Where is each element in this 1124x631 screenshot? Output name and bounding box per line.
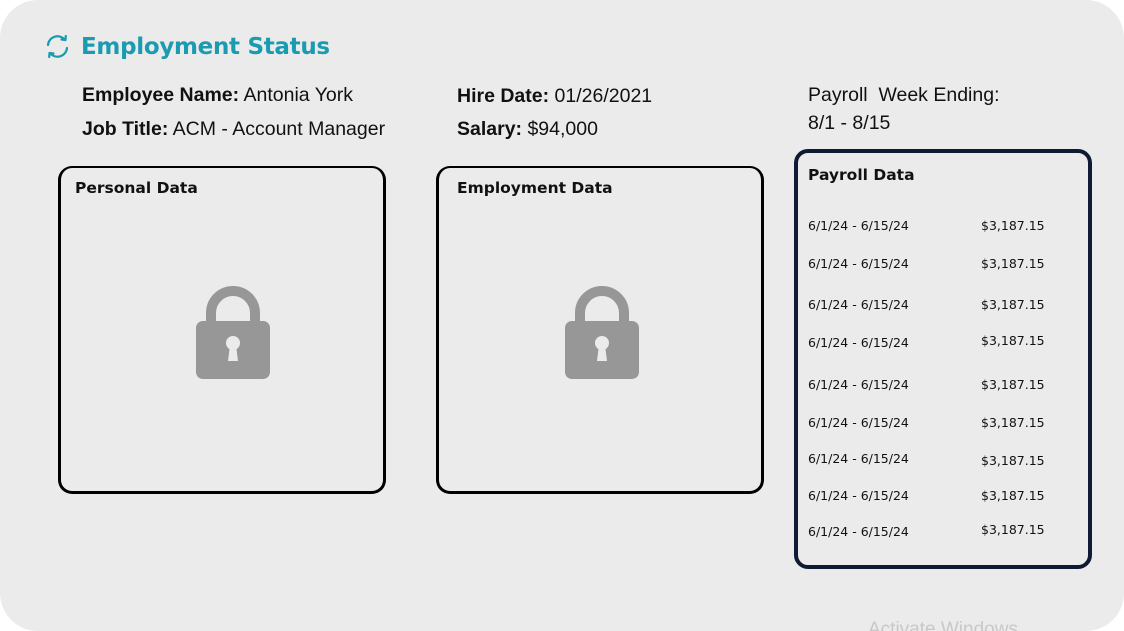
payroll-period: 6/1/24 - 6/15/24 — [808, 451, 909, 466]
payroll-period: 6/1/24 - 6/15/24 — [808, 256, 909, 271]
hire-date: Hire Date: 01/26/2021 — [457, 85, 652, 108]
activate-windows-watermark: Activate Windows — [868, 619, 1018, 631]
header: Employment Status — [44, 33, 330, 60]
job-title-label: Job Title: — [82, 118, 169, 140]
payroll-week-label: Payroll Week Ending: — [808, 84, 1000, 106]
payroll-amount: $3,187.15 — [981, 522, 1045, 537]
payroll-period: 6/1/24 - 6/15/24 — [808, 297, 909, 312]
page-title: Employment Status — [81, 33, 330, 60]
employment-data-title: Employment Data — [457, 179, 613, 197]
payroll-period: 6/1/24 - 6/15/24 — [808, 218, 909, 233]
payroll-period: 6/1/24 - 6/15/24 — [808, 524, 909, 539]
payroll-amount: $3,187.15 — [981, 333, 1045, 348]
lock-icon — [194, 281, 272, 386]
payroll-data-panel: Payroll Data 6/1/24 - 6/15/24 $3,187.15 … — [794, 149, 1092, 569]
salary-value: $94,000 — [522, 118, 598, 140]
payroll-amount: $3,187.15 — [981, 218, 1045, 233]
employment-status-card: Employment Status Employee Name: Antonia… — [0, 0, 1124, 631]
payroll-amount: $3,187.15 — [981, 453, 1045, 468]
payroll-amount: $3,187.15 — [981, 297, 1045, 312]
employment-data-panel[interactable]: Employment Data — [436, 166, 764, 494]
job-title-value: ACM - Account Manager — [168, 118, 386, 140]
payroll-amount: $3,187.15 — [981, 488, 1045, 503]
payroll-period: 6/1/24 - 6/15/24 — [808, 415, 909, 430]
payroll-amount: $3,187.15 — [981, 415, 1045, 430]
payroll-amount: $3,187.15 — [981, 256, 1045, 271]
personal-data-title: Personal Data — [75, 179, 198, 197]
payroll-period: 6/1/24 - 6/15/24 — [808, 488, 909, 503]
personal-data-panel[interactable]: Personal Data — [58, 166, 386, 494]
payroll-period: 6/1/24 - 6/15/24 — [808, 335, 909, 350]
hire-date-value: 01/26/2021 — [549, 85, 653, 107]
payroll-week-value: 8/1 - 8/15 — [808, 112, 891, 134]
payroll-amount: $3,187.15 — [981, 377, 1045, 392]
employee-name-value: Antonia York — [239, 84, 354, 106]
salary-label: Salary: — [457, 118, 523, 140]
employee-name-label: Employee Name: — [82, 84, 240, 106]
payroll-period: 6/1/24 - 6/15/24 — [808, 377, 909, 392]
job-title: Job Title: ACM - Account Manager — [82, 118, 385, 141]
salary: Salary: $94,000 — [457, 118, 598, 141]
hire-date-label: Hire Date: — [457, 85, 550, 107]
lock-icon — [563, 281, 641, 386]
refresh-icon[interactable] — [44, 33, 71, 60]
employee-name: Employee Name: Antonia York — [82, 84, 353, 107]
payroll-data-title: Payroll Data — [808, 166, 915, 184]
